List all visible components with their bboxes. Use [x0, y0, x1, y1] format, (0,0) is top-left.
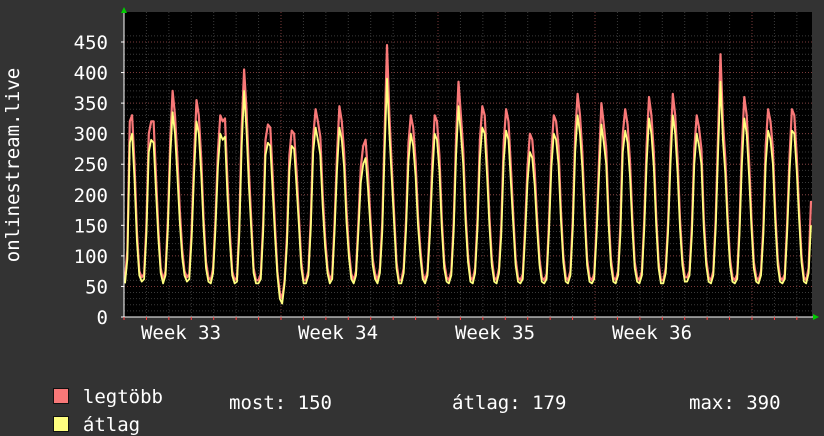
y-tick-label: 0: [97, 307, 108, 329]
stat-avg: átlag: 179: [452, 392, 567, 414]
y-tick-label: 150: [74, 215, 108, 237]
y-tick-label: 450: [74, 32, 108, 54]
x-tick-label: Week 33: [141, 322, 221, 344]
y-tick-label: 200: [74, 185, 108, 207]
y-tick-label: 300: [74, 124, 108, 146]
y-tick-label: 50: [85, 276, 108, 298]
stat-now: most: 150: [229, 392, 332, 414]
x-tick-label: Week 34: [298, 322, 378, 344]
y-tick-label: 400: [74, 63, 108, 85]
y-tick-labels: 0 50 100 150 200 250 300 350 400 450: [74, 32, 108, 329]
x-tick-label: Week 35: [455, 322, 535, 344]
y-tick-label: 350: [74, 93, 108, 115]
y-tick-label: 250: [74, 154, 108, 176]
legend-label-avg: átlag: [82, 414, 141, 436]
y-axis-arrow: [121, 7, 127, 13]
legend-item-avg: átlag: [30, 392, 140, 436]
y-axis-label: onlinestream.live: [2, 68, 24, 262]
x-axis-arrow: [813, 314, 819, 320]
x-tick-label: Week 36: [612, 322, 692, 344]
y-tick-label: 100: [74, 246, 108, 268]
chart-svg: 050100150200250300350400450 Week 33 Week …: [2, 7, 819, 344]
x-tick-labels: Week 33 Week 34 Week 35 Week 36: [141, 322, 692, 344]
stat-max: max: 390: [689, 392, 781, 414]
